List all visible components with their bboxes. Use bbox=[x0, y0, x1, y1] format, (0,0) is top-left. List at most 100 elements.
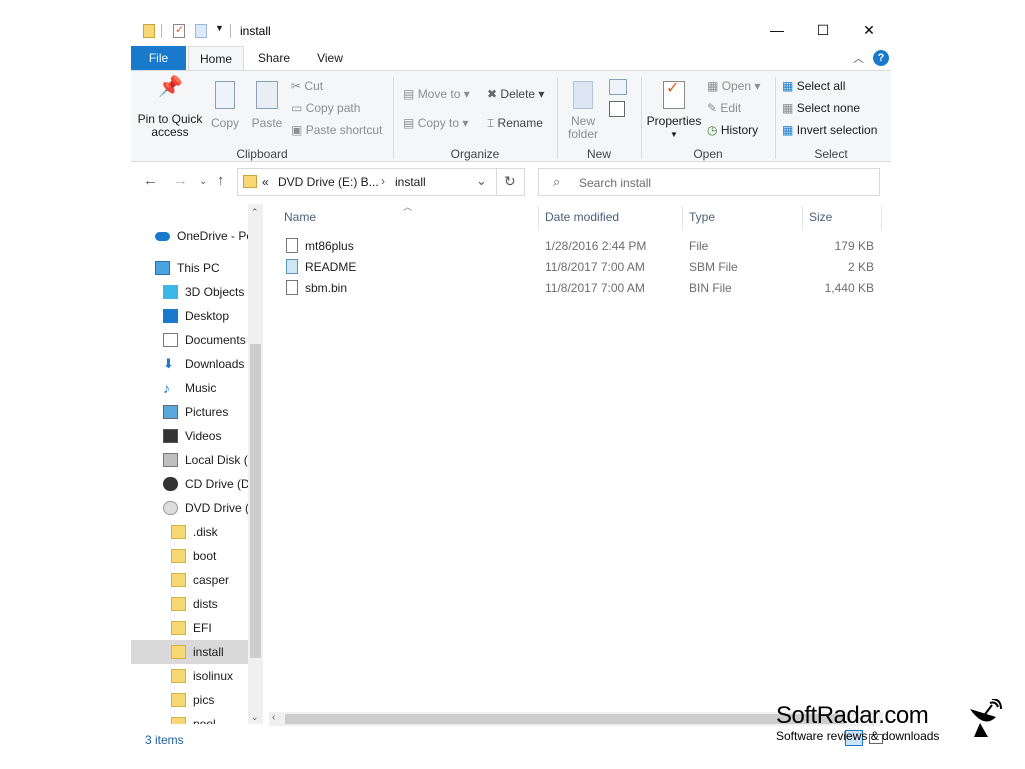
sidebar-item-label: This PC bbox=[177, 261, 220, 275]
sidebar-item-3d-objects[interactable]: 3D Objects bbox=[163, 280, 248, 304]
history-button[interactable]: ◷ History bbox=[707, 123, 758, 137]
scroll-left-icon[interactable]: ‹ bbox=[272, 712, 275, 723]
tab-file[interactable]: File bbox=[131, 46, 186, 70]
column-header-type[interactable]: Type bbox=[689, 210, 715, 224]
breadcrumb-dvd-drive[interactable]: DVD Drive (E:) B... bbox=[278, 175, 379, 189]
tab-share[interactable]: Share bbox=[246, 46, 302, 70]
sidebar-item-casper[interactable]: casper bbox=[171, 568, 248, 592]
nav-scrollbar[interactable]: ⌃ ⌄ bbox=[248, 204, 263, 724]
scrollbar-thumb[interactable] bbox=[285, 714, 845, 724]
table-row[interactable]: README 11/8/2017 7:00 AM SBM File 2 KB bbox=[278, 257, 884, 278]
sidebar-item-videos[interactable]: Videos bbox=[163, 424, 248, 448]
new-folder-icon[interactable] bbox=[195, 24, 207, 38]
properties-button[interactable]: ✓ Properties ▼ bbox=[645, 81, 703, 141]
properties-icon[interactable]: ✓ bbox=[173, 24, 185, 38]
sidebar-item-music[interactable]: ♪ Music bbox=[163, 376, 248, 400]
select-all-label: Select all bbox=[796, 79, 846, 93]
sidebar-item-install[interactable]: install bbox=[171, 640, 248, 664]
sidebar-item-downloads[interactable]: ⬇ Downloads bbox=[163, 352, 248, 376]
new-item-icon[interactable] bbox=[609, 79, 627, 95]
sidebar-item-label: boot bbox=[193, 549, 217, 563]
minimize-button[interactable]: — bbox=[754, 14, 800, 46]
pin-label-2: access bbox=[151, 125, 189, 139]
window-title: install bbox=[240, 24, 271, 38]
copy-to-button[interactable]: ▤ Copy to ▾ bbox=[403, 116, 468, 130]
sidebar-item-isolinux[interactable]: isolinux bbox=[171, 664, 248, 688]
recent-locations-icon[interactable]: ⌄ bbox=[199, 176, 207, 187]
maximize-button[interactable]: ☐ bbox=[800, 14, 846, 46]
collapse-ribbon-icon[interactable]: ︿ bbox=[853, 50, 864, 66]
sidebar-item-documents[interactable]: Documents bbox=[163, 328, 248, 352]
table-row[interactable]: mt86plus 1/28/2016 2:44 PM File 179 KB bbox=[278, 236, 884, 257]
invert-selection-button[interactable]: ▦ Invert selection bbox=[782, 123, 877, 137]
address-bar[interactable]: « DVD Drive (E:) B... › install ⌄ ↻ bbox=[237, 168, 525, 196]
sidebar-item-efi[interactable]: EFI bbox=[171, 616, 248, 640]
tab-view[interactable]: View bbox=[302, 46, 358, 70]
scroll-up-icon[interactable]: ⌃ bbox=[251, 207, 259, 218]
column-header-name[interactable]: Name bbox=[284, 210, 316, 224]
sidebar-item-pool[interactable]: pool bbox=[171, 712, 248, 724]
new-folder-button[interactable]: New folder bbox=[563, 81, 603, 141]
pin-to-quick-access-button[interactable]: 📌 Pin to Quick access bbox=[137, 77, 203, 139]
sidebar-item-dvd-drive-i[interactable]: DVD Drive (I bbox=[163, 496, 252, 520]
column-header-size[interactable]: Size bbox=[809, 210, 832, 224]
scrollbar-thumb[interactable] bbox=[250, 344, 261, 658]
sidebar-item-pictures[interactable]: Pictures bbox=[163, 400, 248, 424]
paste-icon bbox=[256, 81, 278, 109]
chevron-down-icon[interactable]: ⌄ bbox=[476, 173, 487, 189]
edit-button[interactable]: ✎ Edit bbox=[707, 101, 741, 115]
sidebar-item-boot[interactable]: boot bbox=[171, 544, 248, 568]
properties-dropdown-icon[interactable]: ▼ bbox=[645, 128, 703, 141]
chevron-right-icon[interactable]: › bbox=[381, 174, 385, 188]
cut-button[interactable]: ✂ Cut bbox=[291, 79, 323, 93]
sort-ascending-icon: ︿ bbox=[403, 202, 413, 212]
sidebar-item-onedrive-pe[interactable]: OneDrive - Pe bbox=[155, 224, 253, 248]
copy-button[interactable]: Copy bbox=[207, 81, 243, 130]
table-row[interactable]: sbm.bin 11/8/2017 7:00 AM BIN File 1,440… bbox=[278, 278, 884, 299]
move-to-button[interactable]: ▤ Move to ▾ bbox=[403, 87, 470, 101]
divider bbox=[881, 206, 882, 230]
up-arrow-icon[interactable]: ↑ bbox=[217, 172, 225, 189]
watermark-brand: SoftRadar.com bbox=[776, 702, 929, 729]
search-input[interactable]: ⌕ Search install bbox=[538, 168, 880, 196]
sidebar-item-desktop[interactable]: Desktop bbox=[163, 304, 248, 328]
customize-toolbar-icon[interactable]: ▼ bbox=[215, 23, 224, 33]
copy-path-button[interactable]: ▭ Copy path bbox=[291, 101, 360, 115]
select-all-button[interactable]: ▦ Select all bbox=[782, 79, 845, 93]
refresh-icon[interactable]: ↻ bbox=[504, 173, 516, 190]
sidebar-item-this-pc[interactable]: This PC bbox=[155, 256, 248, 280]
select-none-button[interactable]: ▦ Select none bbox=[782, 101, 860, 115]
open-icon: ▦ bbox=[707, 79, 719, 93]
file-size: 179 KB bbox=[834, 239, 874, 253]
paste-shortcut-label: Paste shortcut bbox=[305, 123, 383, 137]
column-header-date[interactable]: Date modified bbox=[545, 210, 619, 224]
easy-access-icon[interactable] bbox=[609, 101, 625, 117]
rename-button[interactable]: ⌶ Rename bbox=[487, 116, 543, 131]
sidebar-item-cd-drive-d[interactable]: CD Drive (D bbox=[163, 472, 250, 496]
edit-label: Edit bbox=[720, 101, 742, 115]
divider bbox=[802, 206, 803, 230]
sidebar-item-label: Videos bbox=[185, 429, 222, 443]
folder-icon bbox=[171, 573, 186, 587]
sidebar-item-local-disk[interactable]: Local Disk ( bbox=[163, 448, 248, 472]
back-arrow-icon[interactable]: ← bbox=[143, 172, 158, 189]
sidebar-item-disk[interactable]: .disk bbox=[171, 520, 248, 544]
paste-button[interactable]: Paste bbox=[249, 81, 285, 130]
forward-arrow-icon[interactable]: → bbox=[173, 172, 188, 189]
sbm-file-icon bbox=[286, 259, 298, 274]
sidebar-item-pics[interactable]: pics bbox=[171, 688, 248, 712]
breadcrumb-overflow[interactable]: « bbox=[262, 175, 269, 189]
paste-shortcut-button[interactable]: ▣ Paste shortcut bbox=[291, 123, 382, 137]
folder-icon bbox=[171, 525, 186, 539]
breadcrumb-install[interactable]: install bbox=[395, 175, 426, 189]
delete-button[interactable]: ✖ Delete ▾ bbox=[487, 87, 544, 101]
tab-home[interactable]: Home bbox=[188, 46, 244, 70]
sidebar-item-dists[interactable]: dists bbox=[171, 592, 248, 616]
folder-icon bbox=[171, 645, 186, 659]
file-date: 11/8/2017 7:00 AM bbox=[545, 260, 645, 274]
file-icon bbox=[286, 280, 298, 295]
open-button[interactable]: ▦ Open ▾ bbox=[707, 79, 760, 93]
scroll-down-icon[interactable]: ⌄ bbox=[251, 712, 259, 723]
close-button[interactable]: ✕ bbox=[846, 14, 892, 46]
help-icon[interactable]: ? bbox=[873, 50, 889, 66]
